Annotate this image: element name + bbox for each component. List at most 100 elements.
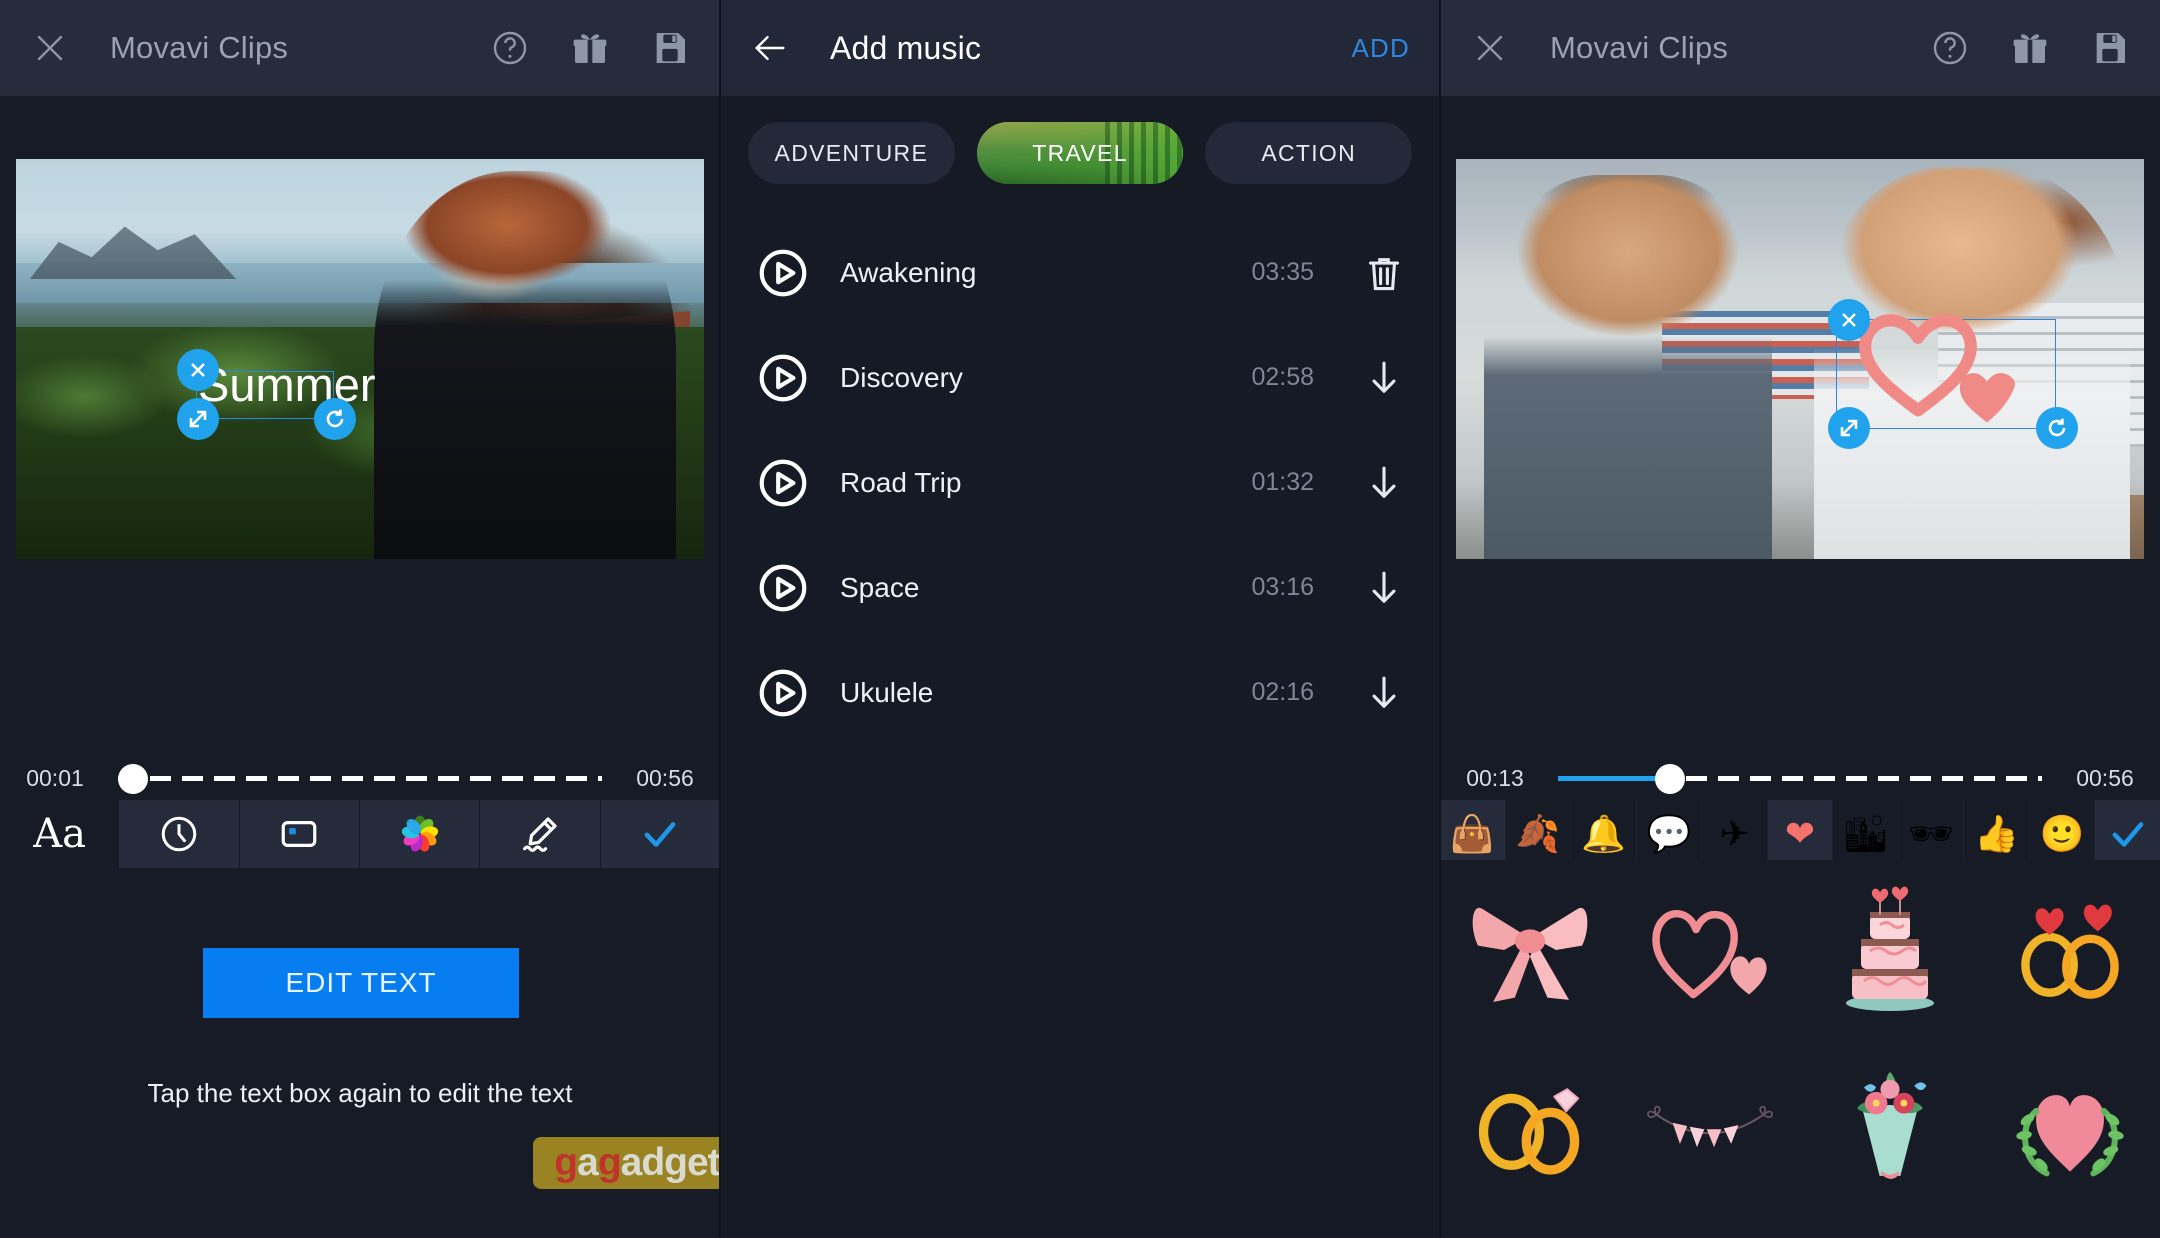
check-icon [2112,822,2144,847]
table-row[interactable]: Space 03:16 [720,535,1440,640]
background-tool-button[interactable] [239,800,360,868]
overlay-text-summer[interactable]: Summer [198,361,376,408]
sticker-heart-rings[interactable] [1980,860,2160,1040]
track-name: Ukulele [840,676,934,708]
person-subject [373,171,677,559]
right-timeline[interactable]: 00:13 00:56 [1440,752,2160,804]
right-timeline-total: 00:56 [2076,764,2134,791]
sticker-category-smiley[interactable]: 🙂 [2029,800,2096,868]
color-tool-button[interactable] [359,800,481,868]
sticker-category-heart[interactable]: ❤ [1767,800,1834,868]
left-timeline-current: 00:01 [26,764,84,791]
delete-track-button[interactable] [1366,253,1402,293]
sticker-diamond-rings[interactable] [1440,1040,1620,1220]
gift-icon[interactable] [2010,28,2050,68]
edit-text-button[interactable]: EDIT TEXT [203,948,519,1018]
rotate-handle[interactable] [2036,407,2078,449]
sticker-wedding-cake[interactable] [1800,860,1980,1040]
left-video-preview[interactable]: Summer [16,159,704,559]
sticker-category-city[interactable]: 🏙 [1833,800,1899,868]
font-tool-button[interactable]: Aa [0,800,120,868]
right-appbar-icons [1930,28,2130,68]
gift-icon[interactable] [570,28,610,68]
category-chip-action[interactable]: ACTION [1205,122,1413,184]
right-timeline-track[interactable] [1558,752,2042,804]
watermark-g2: g [597,1141,622,1184]
man-subject [1483,175,1773,559]
sticker-category-bar: 👜 🍂 🔔 💬 ✈ ❤ 🏙 🕶 👍 🙂 [1440,800,2160,868]
sticker-category-autumn-leaves[interactable]: 🍂 [1505,800,1572,868]
left-app-title: Movavi Clips [110,30,289,65]
color-wheel-icon [401,815,438,852]
confirm-tool-button[interactable] [600,800,720,868]
sticker-flower-bouquet[interactable] [1800,1040,1980,1220]
sticker-category-hello-bubble[interactable]: 💬 [1636,800,1703,868]
sticker-category-school-bells[interactable]: 🔔 [1571,800,1637,868]
resize-handle[interactable] [177,398,219,440]
back-arrow-icon[interactable] [750,28,790,68]
sticker-bunting-flags[interactable] [1620,1040,1800,1220]
left-timeline-track[interactable] [118,752,602,804]
sticker-category-glasses-mustache[interactable]: 🕶 [1898,800,1965,868]
sticker-category-shopping-bag[interactable]: 👜 [1440,800,1506,868]
table-row[interactable]: Discovery 02:58 [720,325,1440,430]
airplane-icon: ✈ [1719,813,1750,854]
mid-appbar: Add music ADD [720,0,1440,96]
play-icon[interactable] [758,248,808,298]
sticker-category-thumbs-up[interactable]: 👍 [1964,800,2030,868]
play-icon[interactable] [758,563,808,613]
sticker-heart-outline[interactable] [1620,860,1800,1040]
save-icon[interactable] [2090,28,2130,68]
style-tool-button[interactable] [480,800,601,868]
small-pink-heart-sticker [1959,373,2015,423]
panel-divider-right [1439,0,1441,1238]
right-video-preview[interactable] [1456,159,2144,559]
hello-bubble-icon: 💬 [1646,813,1692,854]
table-row[interactable]: Awakening 03:35 [720,220,1440,325]
autumn-leaves-icon: 🍂 [1515,813,1561,854]
left-timeline-knob[interactable] [118,764,148,794]
play-icon[interactable] [758,353,808,403]
sticker-heart-laurel[interactable] [1980,1040,2160,1220]
duration-tool-button[interactable] [119,800,240,868]
add-music-button[interactable]: ADD [1352,33,1411,64]
play-icon[interactable] [758,668,808,718]
help-icon[interactable] [1930,28,1970,68]
download-track-button[interactable] [1366,568,1402,608]
panel-divider-left [719,0,721,1238]
check-icon [644,822,676,847]
right-timeline-knob[interactable] [1654,764,1685,794]
rotate-handle[interactable] [314,398,356,440]
sticker-pink-bow[interactable] [1440,860,1620,1040]
play-icon[interactable] [758,458,808,508]
table-row[interactable]: Ukulele 02:16 [720,640,1440,745]
city-buildings-icon: 🏙 [1842,813,1889,854]
font-tool-label: Aa [33,811,87,857]
save-icon[interactable] [650,28,690,68]
download-track-button[interactable] [1366,358,1402,398]
heart-laurel-sticker [2016,1095,2124,1177]
download-arrow-icon [1372,571,1396,603]
close-icon[interactable] [30,28,70,68]
left-text-toolbar: Aa [0,800,720,868]
music-category-chips: ADVENTURE TRAVEL ACTION [720,96,1440,184]
category-chip-adventure[interactable]: ADVENTURE [748,122,955,184]
download-track-button[interactable] [1366,673,1402,713]
watermark-a: a [577,1141,599,1184]
table-row[interactable]: Road Trip 01:32 [720,430,1440,535]
shopping-bag-icon: 👜 [1449,813,1495,854]
close-icon[interactable] [1470,28,1510,68]
music-track-list: Awakening 03:35 Discovery 02:58 Road Tri… [720,220,1440,745]
category-chip-travel-label: TRAVEL [1032,139,1128,166]
confirm-stickers-button[interactable] [2095,800,2160,868]
category-chip-travel[interactable]: TRAVEL [976,122,1184,184]
left-timeline[interactable]: 00:01 00:56 [0,752,720,804]
right-timeline-progress [1558,776,1665,781]
sticker-category-airplane[interactable]: ✈ [1702,800,1768,868]
download-track-button[interactable] [1366,463,1402,503]
delete-handle[interactable] [1828,299,1870,341]
help-icon[interactable] [490,28,530,68]
delete-handle[interactable] [177,349,219,391]
resize-handle[interactable] [1828,407,1870,449]
thumbs-up-icon: 👍 [1974,813,2020,854]
